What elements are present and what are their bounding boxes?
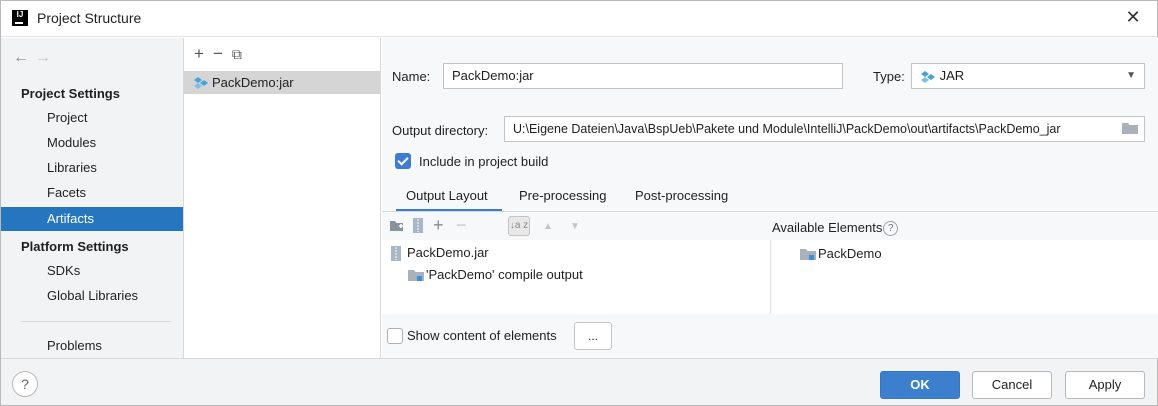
output-directory-label: Output directory: [392,123,489,138]
available-elements-tree: PackDemo [772,240,1158,314]
chevron-down-icon: ▼ [1126,70,1136,81]
back-arrow-icon[interactable]: ← [13,49,35,66]
tree-node-packdemo-module[interactable]: PackDemo [800,246,882,261]
name-label: Name: [392,69,431,84]
jar-icon [921,70,935,83]
tree-node-jar[interactable]: PackDemo.jar [390,245,489,262]
module-folder-icon [408,270,424,282]
sidebar-item-artifacts[interactable]: Artifacts [1,207,183,231]
archive-icon [391,246,401,262]
sidebar-divider [21,321,171,322]
sidebar-item-global-libraries[interactable]: Global Libraries [1,284,183,308]
title-bar: IJ Project Structure ✕ [1,1,1157,37]
settings-sidebar: ←→ Project Settings Project Modules Libr… [1,38,184,358]
sidebar-item-sdks[interactable]: SDKs [1,259,183,283]
name-field[interactable]: PackDemo:jar [443,63,843,89]
project-structure-dialog: IJ Project Structure ✕ ←→ Project Settin… [0,0,1158,406]
output-layout-toolbar: + − ↓a z ▲ ▼ [382,212,770,240]
type-label: Type: [873,69,905,84]
show-content-checkbox[interactable] [387,328,403,344]
ok-button[interactable]: OK [880,371,960,399]
type-select[interactable]: JAR ▼ [911,63,1145,89]
nav-arrows: ←→ [13,49,57,67]
sidebar-item-facets[interactable]: Facets [1,181,183,205]
artifacts-toolbar: + − ⧉ [194,44,251,64]
artifacts-list-panel: + − ⧉ PackDemo:jar [184,38,381,358]
copy-icon[interactable]: ⧉ [232,46,242,62]
show-content-options-button[interactable]: ... [574,322,612,350]
remove-icon[interactable]: − [213,44,223,63]
move-up-icon[interactable]: ▲ [543,221,553,232]
archive-icon[interactable] [412,218,424,233]
tab-pre-processing[interactable]: Pre-processing [519,188,606,203]
output-layout-tree: PackDemo.jar 'PackDemo' compile output [382,240,771,314]
dialog-footer: ? OK Cancel Apply [1,358,1157,405]
help-button[interactable]: ? [12,371,38,397]
cancel-button[interactable]: Cancel [972,371,1052,399]
help-icon[interactable]: ? [883,221,899,237]
tab-post-processing[interactable]: Post-processing [635,188,728,203]
sort-icon[interactable]: ↓a z [508,216,530,236]
new-directory-icon[interactable] [390,220,404,232]
module-folder-icon [800,249,816,261]
sidebar-item-problems[interactable]: Problems [1,334,183,358]
close-icon[interactable]: ✕ [1123,7,1143,28]
available-elements-label: Available Elements? [772,220,899,237]
platform-settings-header: Platform Settings [21,239,129,254]
sidebar-item-project[interactable]: Project [1,106,183,130]
artifact-detail-panel: Name: PackDemo:jar Type: JAR ▼ Output di… [382,38,1158,358]
project-settings-header: Project Settings [21,86,120,101]
window-title: Project Structure [37,10,142,26]
sidebar-item-libraries[interactable]: Libraries [1,156,183,180]
output-directory-field[interactable]: U:\Eigene Dateien\Java\BspUeb\Pakete und… [504,116,1145,142]
apply-button[interactable]: Apply [1065,371,1145,399]
list-item[interactable]: PackDemo:jar [184,71,380,94]
remove-element-icon[interactable]: − [456,215,467,236]
intellij-app-icon: IJ [12,10,28,26]
include-in-build-label: Include in project build [419,154,549,169]
artifact-icon [194,77,208,89]
type-value: JAR [939,68,965,83]
forward-arrow-icon[interactable]: → [35,49,57,66]
move-down-icon[interactable]: ▼ [570,221,580,232]
add-icon[interactable]: + [194,44,204,63]
add-element-icon[interactable]: + [433,215,444,236]
show-content-label: Show content of elements [407,328,557,343]
artifact-name: PackDemo:jar [212,75,294,90]
tab-output-layout[interactable]: Output Layout [406,188,488,203]
tree-node-compile-output[interactable]: 'PackDemo' compile output [408,267,583,282]
folder-browse-icon[interactable] [1122,122,1138,134]
include-in-build-checkbox[interactable] [395,153,411,169]
sidebar-item-modules[interactable]: Modules [1,131,183,155]
output-directory-value: U:\Eigene Dateien\Java\BspUeb\Pakete und… [513,122,1061,136]
